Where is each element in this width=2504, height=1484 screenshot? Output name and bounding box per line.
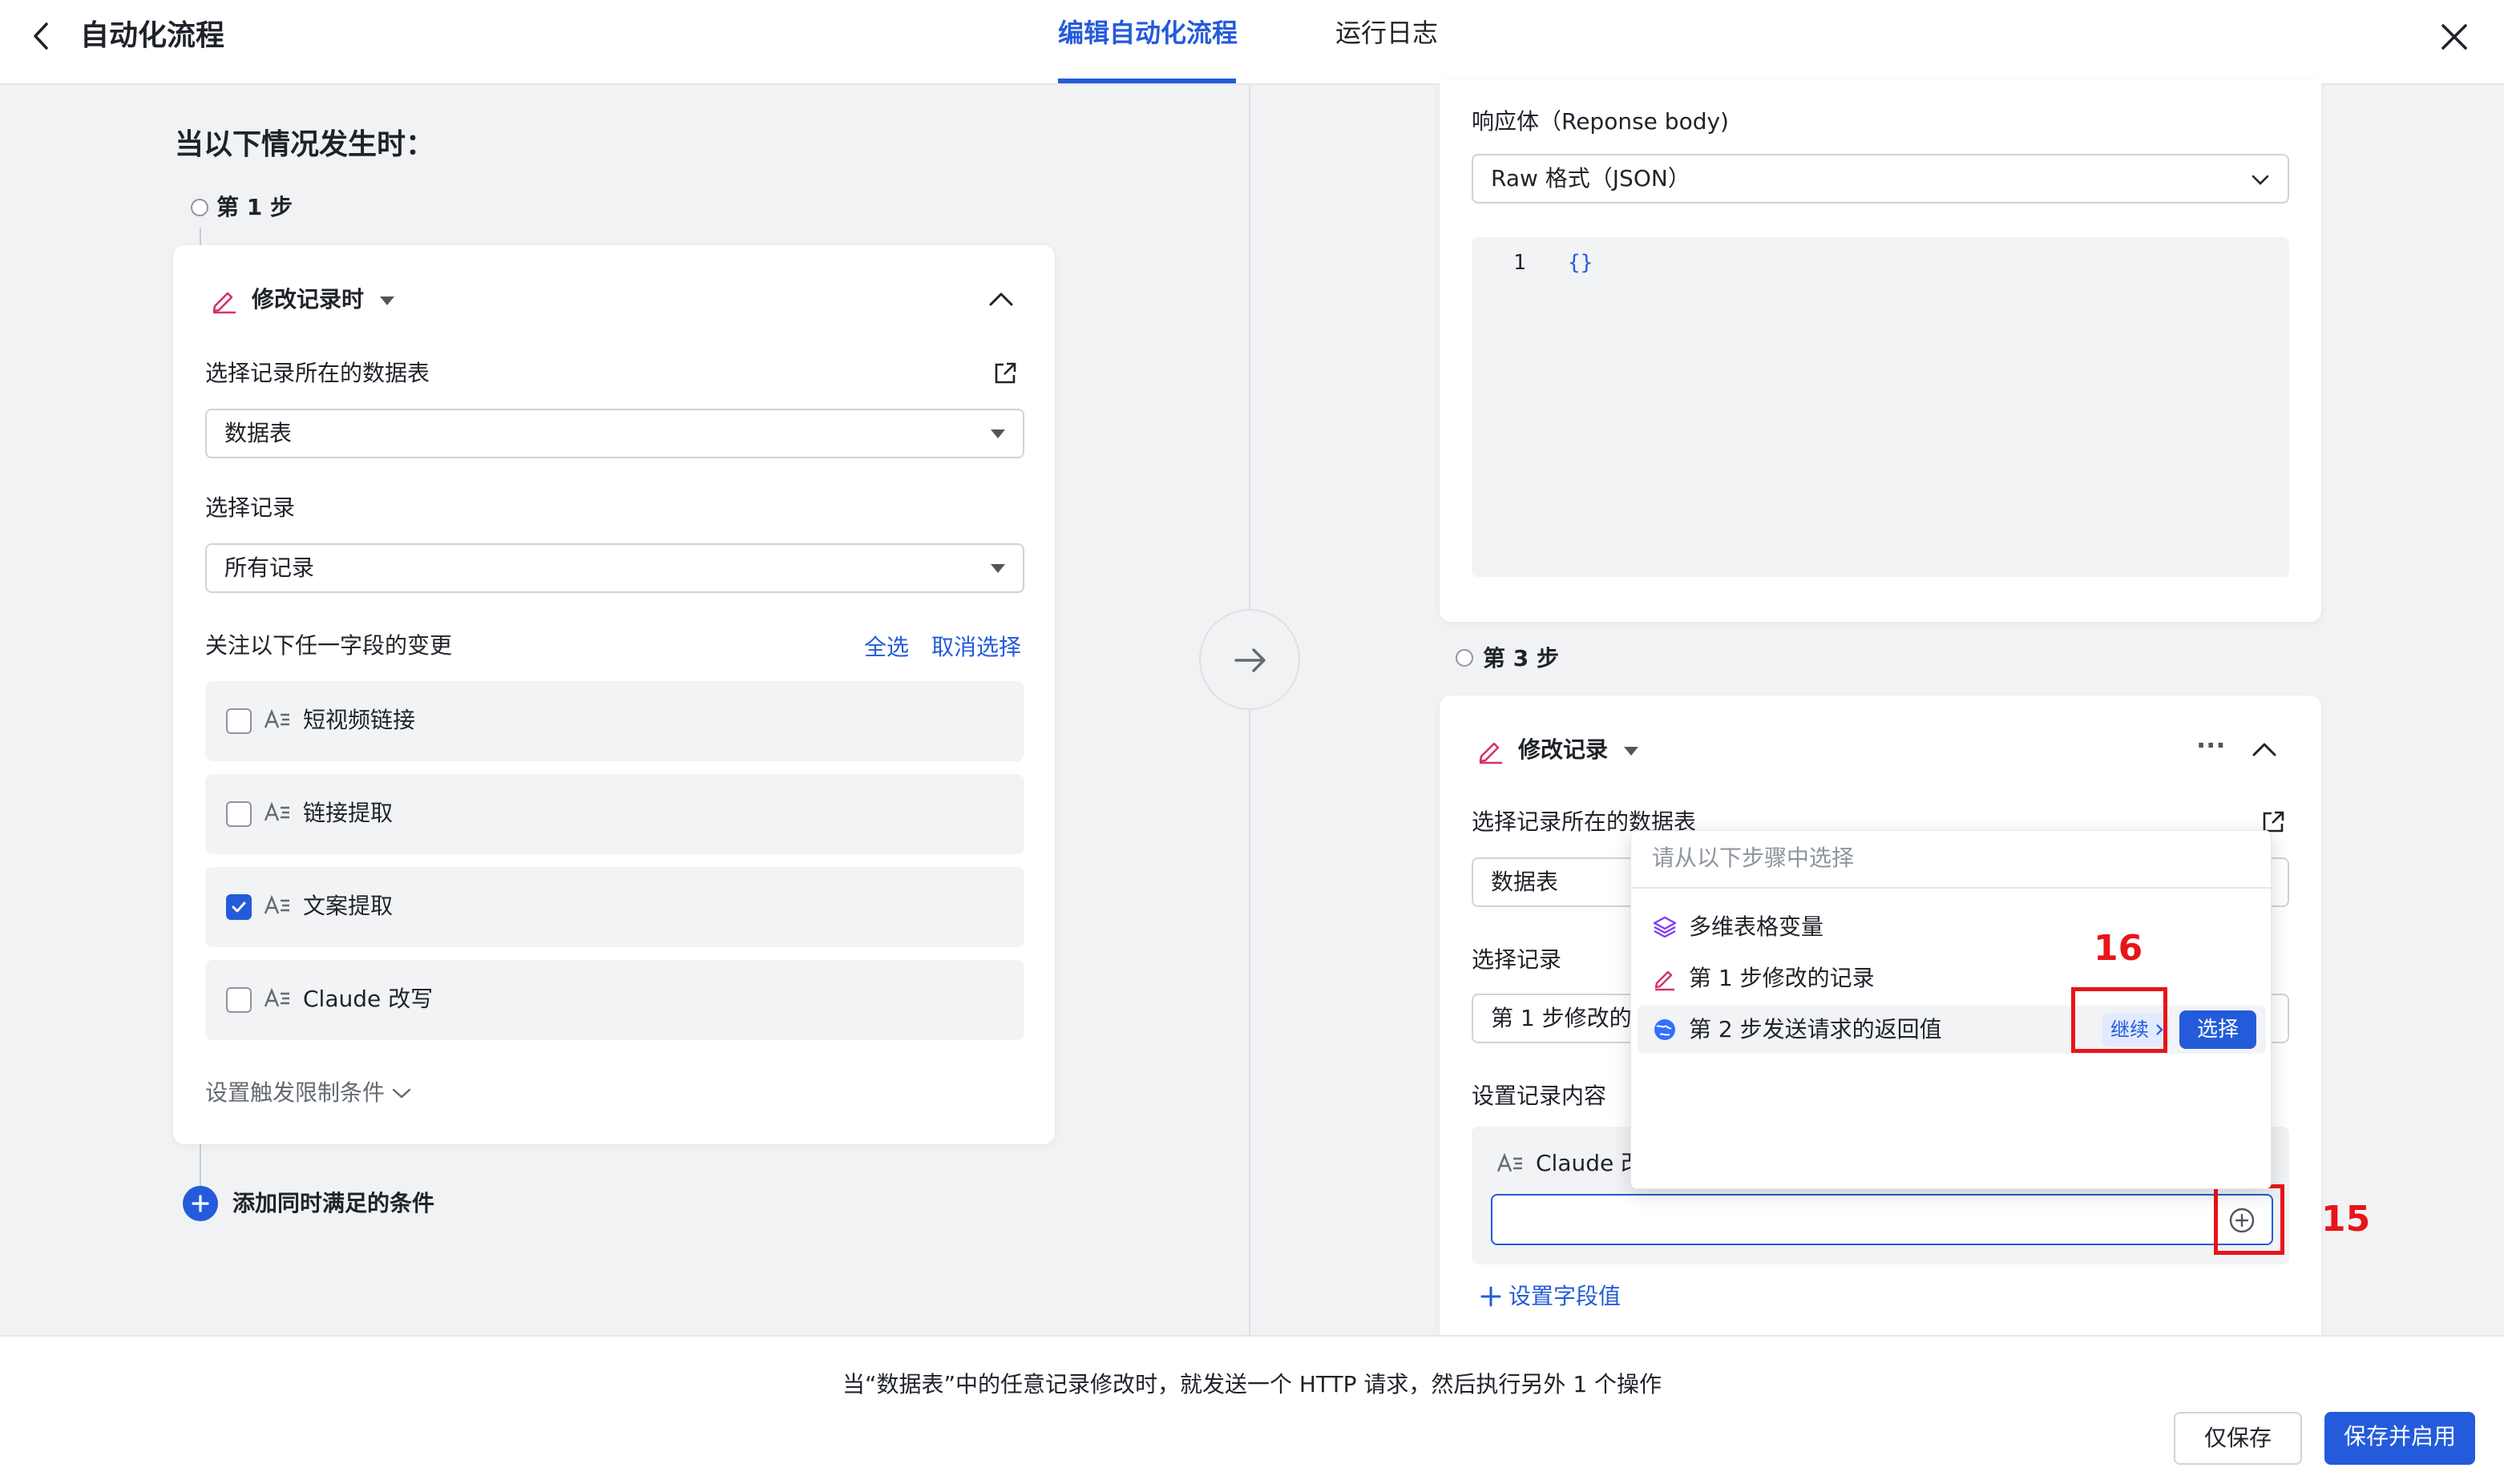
select-label: 选择 <box>2196 1018 2239 1042</box>
response-format-select[interactable]: Raw 格式（JSON） <box>1472 154 2289 204</box>
step-1-label: 第 1 步 <box>216 194 293 220</box>
record-content-label: 设置记录内容 <box>1472 1083 1607 1109</box>
field-row[interactable]: 文案提取 <box>205 867 1024 947</box>
code-text[interactable]: {} <box>1568 247 1593 279</box>
field-name: 短视频链接 <box>303 707 416 733</box>
popup-item-step1-record[interactable]: 第 1 步修改的记录 <box>1638 954 2266 1002</box>
bottom-bar: 当“数据表”中的任意记录修改时，就发送一个 HTTP 请求，然后执行另外 1 个… <box>0 1335 2504 1484</box>
trigger-title[interactable]: 修改记录时 <box>252 284 364 316</box>
limit-conditions-link[interactable]: 设置触发限制条件 <box>205 1077 385 1109</box>
caret-down-icon <box>991 429 1005 438</box>
line-number: 1 <box>1513 251 1526 275</box>
record-select[interactable]: 所有记录 <box>205 543 1024 593</box>
field-name: 链接提取 <box>303 800 394 826</box>
annotation-box-16 <box>2071 987 2167 1053</box>
record-label: 选择记录 <box>205 494 296 521</box>
popup-item-label: 第 2 步发送请求的返回值 <box>1689 1016 1942 1042</box>
active-tab-indicator <box>1058 79 1236 83</box>
save-and-enable-button[interactable]: 保存并启用 <box>2324 1412 2475 1465</box>
tab-run-log[interactable]: 运行日志 <box>1335 14 1438 51</box>
field-value-input[interactable] <box>1491 1194 2273 1245</box>
watch-fields-label: 关注以下任一字段的变更 <box>205 632 453 659</box>
flow-arrow <box>1199 609 1300 710</box>
popup-divider <box>1631 887 2272 889</box>
checkbox-checked[interactable] <box>226 894 252 920</box>
plus-icon[interactable] <box>1480 1285 1502 1308</box>
chevron-up-icon[interactable] <box>2251 737 2278 761</box>
add-condition-button[interactable]: 添加同时满足的条件 <box>232 1188 434 1220</box>
record-select-value: 所有记录 <box>224 554 315 581</box>
tab-edit-flow[interactable]: 编辑自动化流程 <box>1058 14 1238 51</box>
annotation-box-15 <box>2214 1184 2284 1255</box>
action-record-label: 选择记录 <box>1472 946 1562 973</box>
field-row[interactable]: 链接提取 <box>205 774 1024 854</box>
popup-search-input[interactable]: 请从以下步骤中选择 <box>1652 842 1854 874</box>
select-button[interactable]: 选择 <box>2179 1010 2256 1049</box>
checkbox[interactable] <box>226 987 252 1013</box>
select-all-link[interactable]: 全选 <box>864 631 909 663</box>
caret-down-icon[interactable] <box>380 296 394 305</box>
text-field-icon <box>264 708 289 728</box>
section-title: 当以下情况发生时： <box>175 128 435 161</box>
checkbox[interactable] <box>226 708 252 734</box>
action-table-value: 数据表 <box>1491 869 1559 895</box>
page-title: 自动化流程 <box>80 19 225 52</box>
more-options-icon[interactable]: ··· <box>2196 728 2225 763</box>
set-field-value-link[interactable]: 设置字段值 <box>1508 1280 1621 1313</box>
field-name: 文案提取 <box>303 893 394 919</box>
save-only-button[interactable]: 仅保存 <box>2174 1412 2302 1465</box>
pencil-icon <box>1479 742 1502 764</box>
response-format-value: Raw 格式（JSON） <box>1491 165 1690 192</box>
text-field-icon <box>1496 1152 1522 1172</box>
field-row[interactable]: Claude 改写 <box>205 960 1024 1040</box>
table-label: 选择记录所在的数据表 <box>205 360 430 386</box>
code-editor[interactable]: 1 {} <box>1472 237 2289 577</box>
field-name: Claude 改写 <box>303 986 434 1012</box>
deselect-link[interactable]: 取消选择 <box>931 631 1021 663</box>
close-icon[interactable] <box>2437 19 2472 54</box>
top-bar: 自动化流程 编辑自动化流程 运行日志 <box>0 0 2504 85</box>
pencil-icon <box>212 292 236 314</box>
field-row[interactable]: 短视频链接 <box>205 681 1024 761</box>
pencil-icon <box>1654 970 1674 991</box>
caret-down-icon <box>991 564 1005 573</box>
action-title[interactable]: 修改记录 <box>1518 734 1608 766</box>
chevron-left-icon[interactable] <box>27 19 56 53</box>
open-external-icon[interactable] <box>992 361 1018 386</box>
popup-item-label: 第 1 步修改的记录 <box>1689 965 1875 991</box>
response-body-label: 响应体（Reponse body) <box>1472 108 1729 135</box>
text-field-icon <box>264 987 289 1007</box>
add-condition-icon[interactable] <box>183 1186 218 1221</box>
caret-down-icon[interactable] <box>1624 747 1638 756</box>
checkbox[interactable] <box>226 801 252 827</box>
variable-picker-popup: 请从以下步骤中选择 多维表格变量 第 1 步修改的记录 第 2 步发送请求的返回… <box>1630 830 2272 1189</box>
action-record-value: 第 1 步修改的 <box>1491 1005 1632 1031</box>
flow-summary: 当“数据表”中的任意记录修改时，就发送一个 HTTP 请求，然后执行另外 1 个… <box>842 1371 1662 1397</box>
table-select-value: 数据表 <box>224 420 293 446</box>
text-field-icon <box>264 801 289 821</box>
field-name: Claude 改 <box>1536 1150 1644 1176</box>
popup-item-step2-response[interactable]: 第 2 步发送请求的返回值 继续 选择 <box>1638 1006 2266 1054</box>
arrow-right-icon <box>1234 648 1266 672</box>
annotation-number-15: 15 <box>2321 1199 2371 1240</box>
text-field-icon <box>264 894 289 914</box>
popup-item-label: 多维表格变量 <box>1689 913 1824 940</box>
popup-item-table-variables[interactable]: 多维表格变量 <box>1638 903 2266 951</box>
chevron-down-icon[interactable] <box>391 1085 412 1101</box>
table-select[interactable]: 数据表 <box>205 409 1024 458</box>
step-dot <box>1456 649 1473 667</box>
globe-icon <box>1654 1019 1675 1040</box>
step-3-label: 第 3 步 <box>1483 645 1559 671</box>
panel-divider <box>1249 85 1250 1335</box>
layers-icon <box>1653 916 1677 938</box>
step-dot <box>191 199 208 216</box>
annotation-number-16: 16 <box>2094 928 2143 969</box>
chevron-up-icon[interactable] <box>987 287 1015 311</box>
check-icon <box>232 901 246 913</box>
chevron-down-icon <box>2252 175 2269 185</box>
